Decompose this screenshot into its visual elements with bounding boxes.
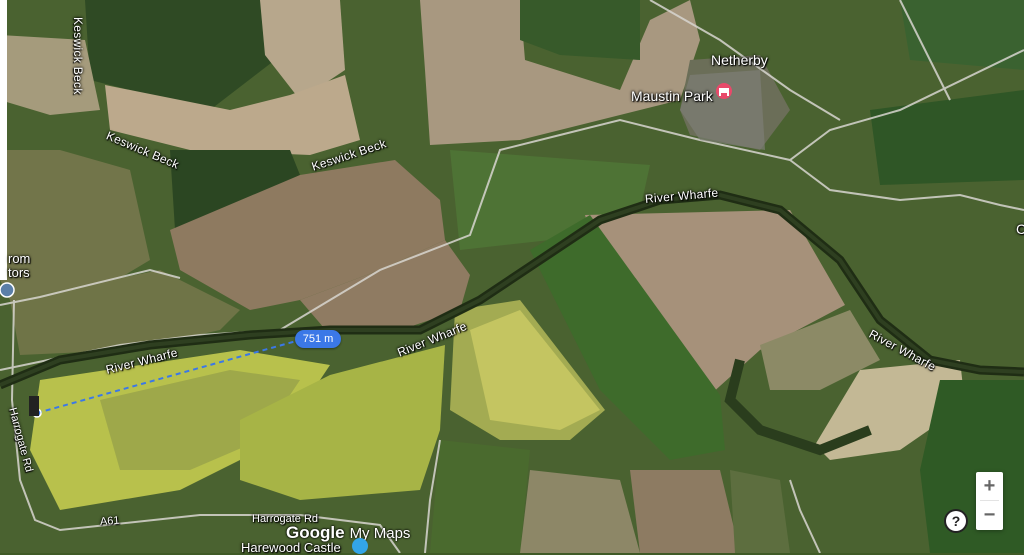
left-panel-edge <box>0 0 7 280</box>
hotel-pin-icon[interactable] <box>714 82 734 102</box>
help-button[interactable]: ? <box>946 511 966 531</box>
satellite-map[interactable] <box>0 0 1024 553</box>
zoom-in-button[interactable]: + <box>976 472 1003 500</box>
label-chap-partial[interactable]: Chap <box>1016 221 1024 237</box>
castle-icon[interactable] <box>352 538 368 554</box>
label-tors-partial: tors <box>8 265 30 280</box>
label-a61: A61 <box>99 514 120 528</box>
label-from-partial: rom <box>8 251 31 266</box>
label-maustin-park[interactable]: Maustin Park <box>631 88 713 104</box>
label-keswick-beck-1: Keswick Beck <box>71 17 85 95</box>
zoom-out-button[interactable]: − <box>976 501 1003 529</box>
zoom-control: + − <box>976 472 1003 530</box>
label-netherby[interactable]: Netherby <box>711 52 768 68</box>
road-marker <box>29 396 39 416</box>
distance-badge[interactable]: 751 m <box>295 330 341 348</box>
